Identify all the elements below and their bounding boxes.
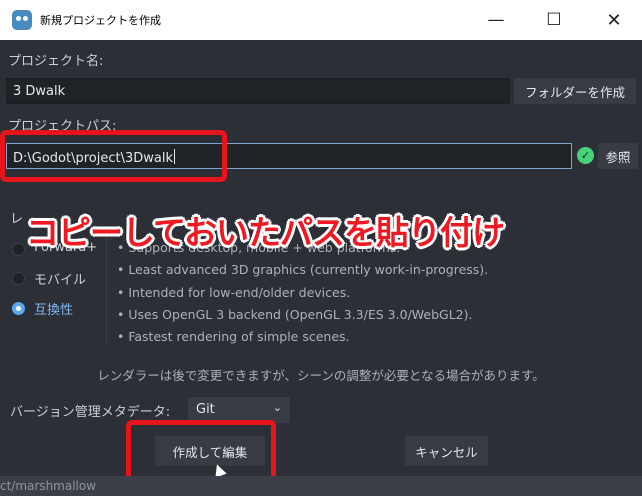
- vcs-metadata-label: バージョン管理メタデータ:: [10, 405, 171, 420]
- minimize-button[interactable]: —: [470, 0, 522, 40]
- godot-logo-icon: [12, 10, 32, 30]
- chevron-down-icon: ⌄: [272, 401, 282, 414]
- window-title: 新規プロジェクトを作成: [40, 14, 161, 27]
- path-highlight-box: [0, 130, 227, 182]
- renderer-option-compatibility[interactable]: 互換性: [34, 299, 73, 318]
- renderer-radio-mobile[interactable]: [12, 272, 25, 285]
- create-folder-button[interactable]: フォルダーを作成: [514, 78, 636, 104]
- renderer-description-line: • Uses OpenGL 3 backend (OpenGL 3.3/ES 3…: [117, 307, 473, 322]
- maximize-button[interactable]: ☐: [528, 0, 580, 40]
- background-project-path: ct/marshmallow: [0, 479, 97, 493]
- cancel-button[interactable]: キャンセル: [405, 436, 488, 466]
- renderer-option-mobile[interactable]: モバイル: [34, 269, 86, 288]
- renderer-label: レ: [10, 212, 24, 227]
- browse-button[interactable]: 参照: [598, 143, 638, 169]
- project-name-label: プロジェクト名:: [8, 54, 104, 69]
- title-bar: 新規プロジェクトを作成 — ☐ ✕: [0, 0, 642, 40]
- background-project-list: ct/marshmallow: [0, 476, 642, 496]
- renderer-note: レンダラーは後で変更できますが、シーンの調整が必要となる場合があります。: [97, 368, 545, 383]
- annotation-text: コピーしておいたパスを貼り付け: [26, 213, 505, 252]
- close-button[interactable]: ✕: [588, 0, 640, 40]
- renderer-radio-compatibility[interactable]: [12, 302, 25, 315]
- vcs-metadata-value: Git: [196, 402, 215, 417]
- renderer-radio-forward[interactable]: [12, 243, 25, 256]
- check-icon: ✓: [577, 147, 594, 164]
- renderer-description-line: • Least advanced 3D graphics (currently …: [117, 262, 489, 277]
- project-name-input[interactable]: 3 Dwalk: [6, 78, 510, 104]
- renderer-description-line: • Fastest rendering of simple scenes.: [117, 329, 350, 344]
- renderer-description-line: • Intended for low-end/older devices.: [117, 285, 351, 300]
